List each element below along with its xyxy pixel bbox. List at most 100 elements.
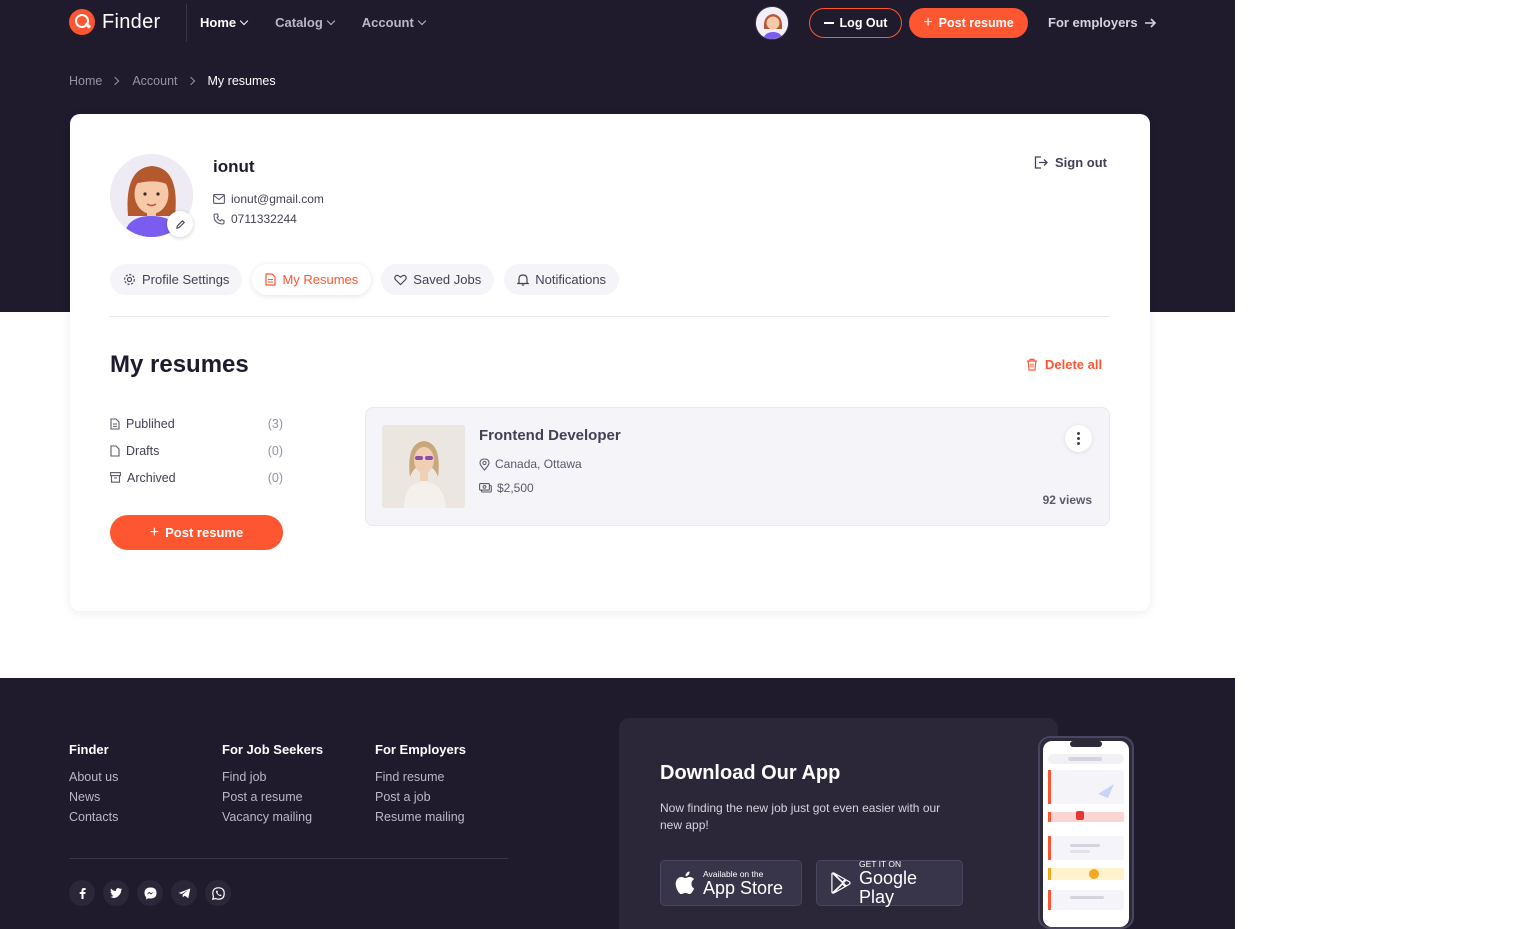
- brand-logo[interactable]: Finder: [69, 9, 161, 35]
- chevron-down-icon: [239, 16, 249, 26]
- footer-link-find-resume[interactable]: Find resume: [375, 767, 466, 787]
- post-resume-top-button[interactable]: + Post resume: [909, 8, 1028, 38]
- menu-account[interactable]: Account: [361, 15, 427, 30]
- gear-icon: [124, 274, 135, 285]
- pencil-icon: [175, 219, 185, 229]
- plus-icon: +: [149, 523, 160, 541]
- profile-email-text: ionut@gmail.com: [231, 192, 324, 206]
- resume-title[interactable]: Frontend Developer: [479, 427, 621, 444]
- section-title: My resumes: [110, 351, 249, 378]
- profile-phone: 0711332244: [213, 212, 297, 226]
- footer-link-about[interactable]: About us: [69, 767, 118, 787]
- bell-icon: [517, 274, 530, 286]
- tab-profile-settings-label: Profile Settings: [142, 272, 230, 287]
- filter-drafts[interactable]: Drafts (0): [110, 437, 283, 464]
- account-card: ionut ionut@gmail.com 0711332244 Sign ou…: [70, 114, 1150, 611]
- filter-archived[interactable]: Archived (0): [110, 464, 283, 491]
- minus-icon: [823, 22, 834, 24]
- whatsapp-icon[interactable]: [205, 880, 231, 906]
- google-play-big: Google Play: [858, 868, 918, 907]
- map-pin-icon: [479, 457, 490, 471]
- chevron-right-icon: [186, 76, 195, 86]
- file-icon: [110, 444, 120, 457]
- profile-name: ionut: [213, 157, 255, 176]
- sign-out-icon: [1034, 156, 1048, 169]
- filter-published[interactable]: Publihed (3): [110, 410, 283, 437]
- footer-link-find-job[interactable]: Find job: [222, 767, 323, 787]
- post-resume-button[interactable]: + Post resume: [110, 515, 283, 550]
- menu-catalog[interactable]: Catalog: [275, 15, 336, 30]
- document-icon: [110, 417, 120, 430]
- footer-link-contacts[interactable]: Contacts: [69, 807, 118, 827]
- facebook-icon[interactable]: [69, 880, 95, 906]
- tab-my-resumes[interactable]: My Resumes: [252, 264, 372, 295]
- filter-drafts-label: Drafts: [126, 443, 160, 458]
- logout-button[interactable]: Log Out: [809, 8, 902, 38]
- trash-icon: [1027, 358, 1037, 371]
- tab-saved-jobs-label: Saved Jobs: [413, 272, 482, 287]
- resume-location-text: Canada, Ottawa: [495, 457, 582, 471]
- footer-link-post-job[interactable]: Post a job: [375, 787, 466, 807]
- footer-col-employers: For Employers Find resume Post a job Res…: [375, 742, 466, 827]
- resume-location: Canada, Ottawa: [479, 457, 582, 471]
- delete-all-button[interactable]: Delete all: [1026, 357, 1102, 372]
- profile-email: ionut@gmail.com: [213, 192, 324, 206]
- post-resume-label: Post resume: [165, 525, 244, 540]
- edit-avatar-button[interactable]: [167, 211, 193, 237]
- footer-link-post-resume[interactable]: Post a resume: [222, 787, 323, 807]
- filter-published-count: (3): [267, 416, 283, 431]
- google-play-icon: [831, 872, 851, 894]
- post-resume-top-label: Post resume: [938, 16, 1014, 30]
- logout-label: Log Out: [839, 16, 888, 30]
- tab-notifications[interactable]: Notifications: [504, 264, 620, 295]
- user-avatar[interactable]: [755, 6, 789, 40]
- footer-col-job-seekers: For Job Seekers Find job Post a resume V…: [222, 742, 323, 827]
- footer-link-vacancy-mailing[interactable]: Vacancy mailing: [222, 807, 323, 827]
- resume-item[interactable]: Frontend Developer Canada, Ottawa $2,500…: [365, 407, 1110, 526]
- telegram-icon[interactable]: [171, 880, 197, 906]
- tab-saved-jobs[interactable]: Saved Jobs: [381, 264, 495, 295]
- breadcrumb-current: My resumes: [207, 74, 276, 88]
- profile-phone-text: 0711332244: [231, 212, 297, 226]
- breadcrumb-account[interactable]: Account: [132, 74, 177, 88]
- phone-illustration: [1038, 736, 1134, 929]
- chevron-down-icon: [417, 16, 427, 26]
- footer-link-resume-mailing[interactable]: Resume mailing: [375, 807, 466, 827]
- filter-published-label: Publihed: [126, 416, 175, 431]
- messenger-icon[interactable]: [137, 880, 163, 906]
- tab-notifications-label: Notifications: [535, 272, 607, 287]
- filter-archived-count: (0): [267, 470, 283, 485]
- tab-my-resumes-label: My Resumes: [282, 272, 359, 287]
- google-play-button[interactable]: GET IT ON Google Play: [816, 859, 963, 907]
- breadcrumb: Home Account My resumes: [69, 74, 276, 88]
- for-employers-link[interactable]: For employers: [1048, 15, 1157, 30]
- app-store-button[interactable]: Available on the App Store: [660, 860, 802, 906]
- money-icon: [479, 482, 492, 493]
- app-store-small: Available on the: [703, 868, 764, 879]
- sign-out-button[interactable]: Sign out: [1034, 155, 1107, 170]
- heart-icon: [394, 274, 408, 285]
- sign-out-label: Sign out: [1055, 155, 1107, 170]
- resume-salary-text: $2,500: [497, 481, 534, 495]
- footer-col-title: Finder: [69, 742, 109, 757]
- twitter-icon[interactable]: [103, 880, 129, 906]
- download-app-box: Download Our App Now finding the new job…: [619, 718, 1058, 929]
- breadcrumb-home[interactable]: Home: [69, 74, 102, 88]
- for-employers-label: For employers: [1048, 15, 1138, 30]
- menu-catalog-label: Catalog: [275, 15, 323, 30]
- resume-salary: $2,500: [479, 481, 534, 495]
- document-icon: [265, 273, 277, 286]
- apple-icon: [675, 871, 694, 894]
- menu-account-label: Account: [361, 15, 414, 30]
- tab-profile-settings[interactable]: Profile Settings: [110, 264, 243, 295]
- logo-icon: [69, 9, 95, 35]
- arrow-right-icon: [1144, 17, 1156, 28]
- footer-link-news[interactable]: News: [69, 787, 118, 807]
- resume-photo: [382, 425, 465, 508]
- main-menu: Home Catalog Account: [200, 15, 427, 30]
- resume-filters: Publihed (3) Drafts (0) Archived (0): [110, 410, 283, 491]
- footer-col-title: For Employers: [375, 742, 467, 757]
- footer-col-finder: Finder About us News Contacts: [69, 742, 118, 827]
- menu-home[interactable]: Home: [200, 15, 249, 30]
- more-options-button[interactable]: [1065, 425, 1092, 452]
